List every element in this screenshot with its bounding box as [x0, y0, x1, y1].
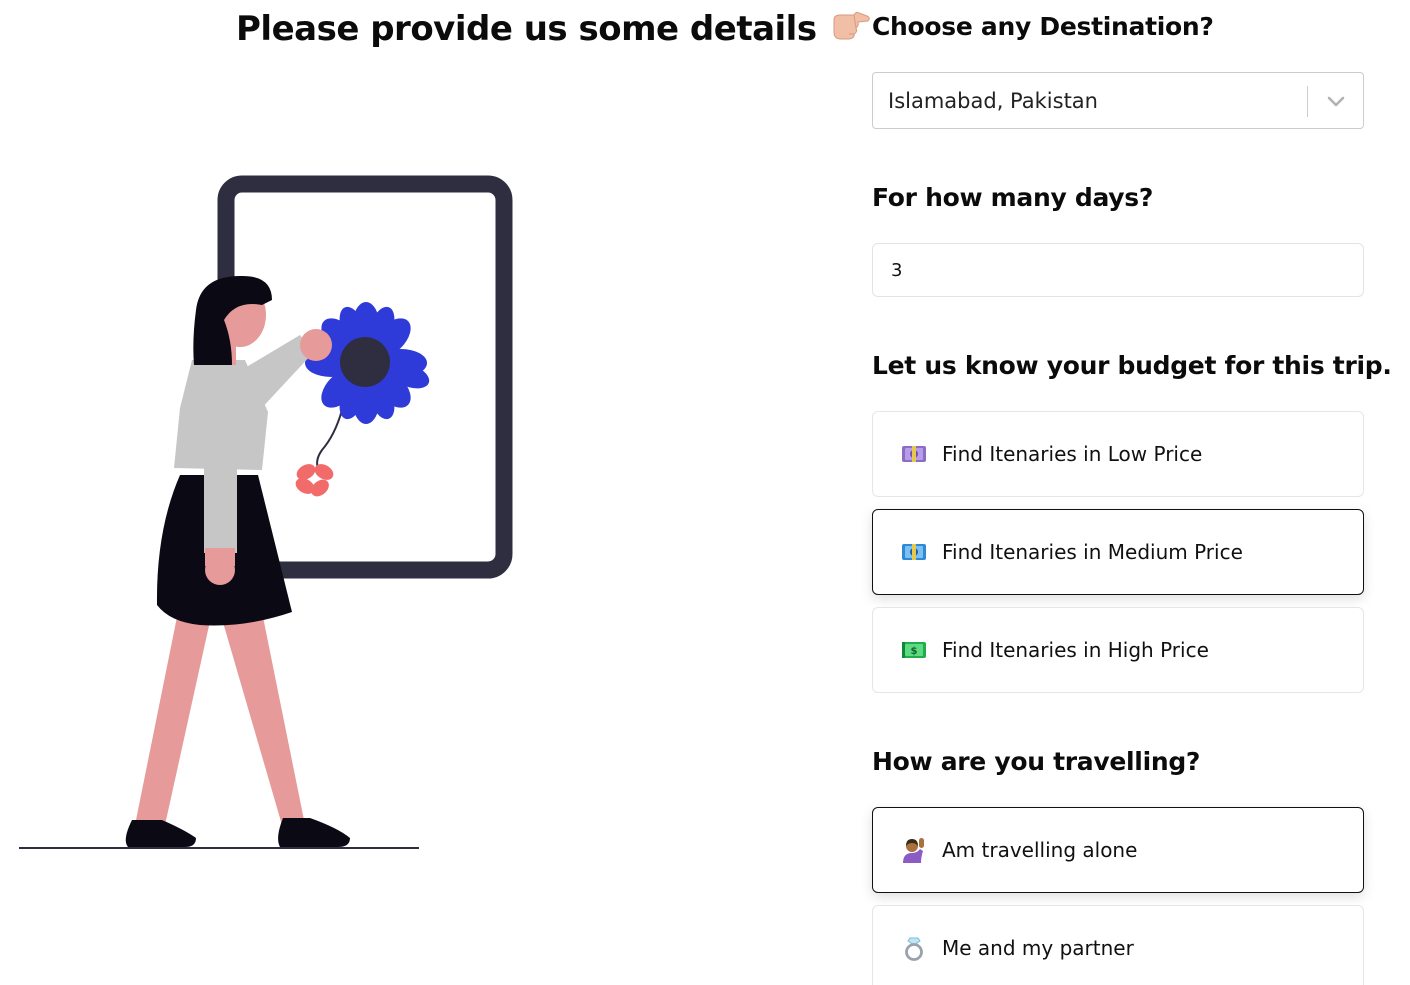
travel-option-label: Me and my partner [942, 936, 1134, 960]
chevron-down-icon[interactable] [1325, 90, 1347, 112]
budget-option-low[interactable]: Find Itenaries in Low Price [872, 411, 1364, 497]
budget-option-high[interactable]: $ Find Itenaries in High Price [872, 607, 1364, 693]
budget-option-label: Find Itenaries in High Price [942, 638, 1209, 662]
right-shoe [278, 818, 350, 847]
pointing-hand-icon [831, 6, 871, 51]
travel-option-label: Am travelling alone [942, 838, 1138, 862]
flower-center [340, 337, 390, 387]
days-label: For how many days? [872, 183, 1154, 212]
money-blue-icon [901, 539, 927, 565]
right-leg [220, 612, 305, 825]
travel-label: How are you travelling? [872, 747, 1201, 776]
page-title: Please provide us some details [236, 6, 871, 51]
destination-select[interactable]: Islamabad, Pakistan [872, 72, 1364, 129]
budget-option-label: Find Itenaries in Low Price [942, 442, 1203, 466]
destination-label: Choose any Destination? [872, 12, 1214, 41]
hanging-arm [204, 408, 237, 553]
travel-option-alone[interactable]: Am travelling alone [872, 807, 1364, 893]
page-title-text: Please provide us some details [236, 8, 817, 49]
money-purple-icon [901, 441, 927, 467]
person-raising-hand-icon [901, 837, 927, 863]
left-shoe [125, 820, 196, 847]
travel-option-partner[interactable]: Me and my partner [872, 905, 1364, 985]
svg-text:$: $ [911, 646, 918, 657]
budget-option-label: Find Itenaries in Medium Price [942, 540, 1243, 564]
destination-value: Islamabad, Pakistan [888, 88, 1098, 113]
select-separator [1307, 86, 1308, 117]
budget-label: Let us know your budget for this trip. [872, 351, 1392, 380]
days-input[interactable] [872, 243, 1364, 297]
money-green-icon: $ [901, 637, 927, 663]
budget-option-medium[interactable]: Find Itenaries in Medium Price [872, 509, 1364, 595]
ring-icon [901, 935, 927, 961]
woman-with-flower-illustration [0, 150, 560, 870]
left-leg [135, 612, 212, 825]
